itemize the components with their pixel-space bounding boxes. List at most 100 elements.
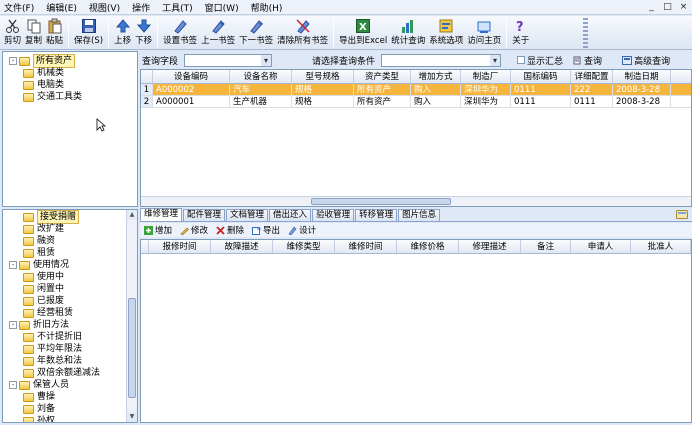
edit-button[interactable]: 修改: [180, 224, 208, 236]
column-header[interactable]: 设备编码: [153, 70, 230, 83]
column-header[interactable]: 制造厂: [461, 70, 511, 83]
tree-node[interactable]: 孙权: [9, 415, 137, 422]
tree-node[interactable]: 年数总和法: [9, 355, 137, 367]
column-header[interactable]: 设备名称: [230, 70, 292, 83]
toolbar-grip[interactable]: [583, 18, 588, 48]
menu-item-4[interactable]: 工具(T): [162, 1, 193, 14]
tree-node[interactable]: 租赁: [9, 247, 137, 259]
row-number: 1: [141, 84, 153, 95]
delete-button[interactable]: 删除: [216, 224, 244, 236]
column-header[interactable]: 资产类型: [354, 70, 411, 83]
paste-button[interactable]: 粘贴: [44, 16, 65, 49]
tree-node[interactable]: 不计提折旧: [9, 331, 137, 343]
design-button[interactable]: 设计: [288, 224, 316, 236]
column-header[interactable]: 维修时间: [335, 240, 397, 253]
bookmark-set-button[interactable]: 设置书签: [161, 16, 199, 49]
table-row[interactable]: 1 A000002 汽车 规格 所有资产 购入 深圳华为 0111 222 2008-3-28: [141, 84, 691, 96]
tree-node[interactable]: - 保管人员: [9, 379, 137, 391]
hscroll-thumb[interactable]: [311, 198, 451, 205]
column-header[interactable]: 增加方式: [411, 70, 461, 83]
copy-button[interactable]: 复制: [23, 16, 44, 49]
menu-item-0[interactable]: 文件(F): [4, 1, 34, 14]
tree-node[interactable]: 曹操: [9, 391, 137, 403]
tab-2[interactable]: 文档管理: [226, 209, 269, 221]
tab-5[interactable]: 转移管理: [355, 209, 398, 221]
help-button[interactable]: ? 关于: [510, 16, 531, 49]
query-field-select[interactable]: [184, 53, 273, 67]
column-header[interactable]: 报修时间: [149, 240, 211, 253]
arrow-up-button[interactable]: 上移: [112, 16, 133, 49]
tree-node[interactable]: 改扩建: [9, 223, 137, 235]
tree-node[interactable]: - 所有资产: [9, 54, 137, 68]
tab-3[interactable]: 借出还入: [269, 209, 312, 221]
column-header[interactable]: 详细配置: [571, 70, 613, 83]
tree-node[interactable]: 经营租赁: [9, 307, 137, 319]
tree-node[interactable]: - 折旧方法: [9, 319, 137, 331]
save-button[interactable]: 保存(S): [72, 16, 105, 49]
options-button[interactable]: 系统选项: [427, 16, 465, 49]
panel-settings-icon[interactable]: [676, 209, 688, 220]
stats-button[interactable]: 统计查询: [389, 16, 427, 49]
toolbar-label: 保存(S): [74, 36, 104, 46]
tree-node[interactable]: 已报废: [9, 295, 137, 307]
column-header[interactable]: 修理描述: [459, 240, 521, 253]
tree-node[interactable]: 平均年限法: [9, 343, 137, 355]
bookmark-next-button[interactable]: + 下一书签: [237, 16, 275, 49]
tree-expander-icon[interactable]: -: [9, 381, 17, 389]
menu-item-3[interactable]: 操作: [132, 1, 150, 14]
show-summary-checkbox[interactable]: [517, 56, 526, 64]
tree-node[interactable]: 接受捐赠: [9, 210, 137, 224]
query-button[interactable]: 查询: [573, 54, 602, 67]
tree-node[interactable]: 融资: [9, 235, 137, 247]
column-header[interactable]: 型号规格: [292, 70, 354, 83]
tab-1[interactable]: 配件管理: [183, 209, 226, 221]
scroll-up-arrow[interactable]: ▲: [127, 210, 137, 220]
bookmark-clear-button[interactable]: 清除所有书签: [275, 16, 330, 49]
tree-node[interactable]: 闲置中: [9, 283, 137, 295]
maximize-button[interactable]: □: [661, 1, 674, 13]
tab-6[interactable]: 图片信息: [398, 209, 441, 221]
tree-expander-icon[interactable]: -: [9, 57, 17, 65]
tree-node[interactable]: 交通工具类: [9, 91, 137, 103]
column-header[interactable]: 批准人: [631, 240, 691, 253]
table-row[interactable]: 2 A000001 生产机器 规格 所有资产 购入 深圳华为 0111 0111 2008-3-2…: [141, 96, 691, 108]
menu-item-6[interactable]: 帮助(H): [251, 1, 283, 14]
column-header[interactable]: 故障描述: [211, 240, 273, 253]
scroll-thumb[interactable]: [128, 298, 136, 398]
excel-button[interactable]: X 导出到Excel: [337, 16, 389, 49]
query-condition-select[interactable]: [381, 53, 502, 67]
column-header[interactable]: [141, 70, 153, 83]
tree-node[interactable]: 机械类: [9, 67, 137, 79]
bookmark-prev-button[interactable]: + 上一书签: [199, 16, 237, 49]
export-button[interactable]: 导出: [252, 224, 280, 236]
column-header[interactable]: 维修类型: [273, 240, 335, 253]
tree-node[interactable]: 使用中: [9, 271, 137, 283]
menu-item-1[interactable]: 编辑(E): [46, 1, 77, 14]
tree-expander-icon[interactable]: -: [9, 321, 17, 329]
column-header[interactable]: 备注: [521, 240, 571, 253]
menu-item-5[interactable]: 窗口(W): [205, 1, 239, 14]
arrow-down-button[interactable]: 下移: [133, 16, 154, 49]
scissors-button[interactable]: 剪切: [2, 16, 23, 49]
asset-table-hscroll[interactable]: [141, 196, 691, 206]
tree-node[interactable]: - 使用情况: [9, 259, 137, 271]
column-header[interactable]: 国标编码: [511, 70, 571, 83]
column-header[interactable]: 维修价格: [397, 240, 459, 253]
tree-node[interactable]: 电脑类: [9, 79, 137, 91]
home-page-button[interactable]: 访问主页: [465, 16, 503, 49]
scroll-down-arrow[interactable]: ▼: [127, 412, 137, 422]
tree-node[interactable]: 双倍余额递减法: [9, 367, 137, 379]
minimize-button[interactable]: _: [645, 1, 658, 13]
tree-node[interactable]: 刘备: [9, 403, 137, 415]
tree-vertical-scrollbar[interactable]: ▲ ▼: [126, 210, 137, 422]
menu-item-2[interactable]: 视图(V): [89, 1, 120, 14]
tree-expander-icon[interactable]: -: [9, 261, 17, 269]
paste-icon: [47, 18, 63, 34]
column-header[interactable]: 制造日期: [613, 70, 671, 83]
tab-4[interactable]: 验收管理: [312, 209, 355, 221]
close-button[interactable]: ×: [677, 1, 690, 13]
add-button[interactable]: 增加: [144, 224, 172, 236]
advanced-query-button[interactable]: 高级查询: [622, 54, 670, 67]
column-header[interactable]: 申请人: [571, 240, 631, 253]
tab-0[interactable]: 维修管理: [140, 208, 183, 221]
